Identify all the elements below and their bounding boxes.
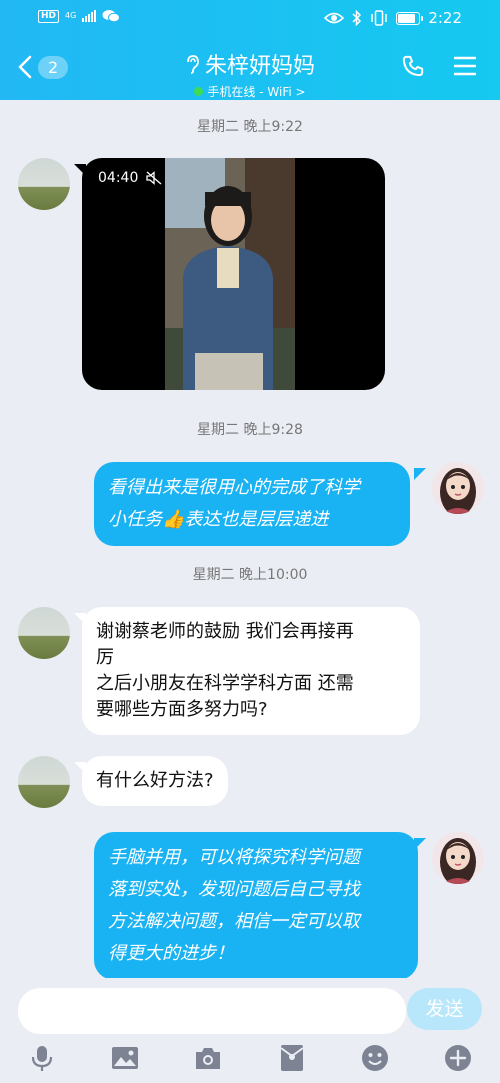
send-button[interactable]: 发送: [407, 988, 482, 1030]
outgoing-message[interactable]: 手脑并用，可以将探究科学问题 落到实处，发现问题后自己寻找 方法解决问题，相信一…: [94, 832, 418, 980]
contact-avatar[interactable]: [18, 158, 70, 210]
message-line: 小任务👍表达也是层层递进: [108, 509, 329, 530]
online-status-text: 手机在线 - WiFi >: [207, 85, 306, 99]
image-icon[interactable]: [111, 1044, 139, 1072]
incoming-message[interactable]: 有什么好方法?: [82, 756, 228, 806]
timestamp: 星期二 晚上10:00: [192, 567, 308, 583]
battery-icon: [396, 11, 424, 25]
message-line: 要哪些方面多努力吗?: [96, 699, 268, 720]
message-line: 厉: [96, 647, 114, 668]
muted-icon[interactable]: [146, 171, 162, 185]
microphone-icon[interactable]: [28, 1044, 56, 1072]
ear-icon: [187, 55, 199, 74]
message-list[interactable]: 星期二 晚上9:22 04:40 星期二 晚上9:28 看得出来是很用心的完成了…: [0, 100, 500, 980]
contact-avatar[interactable]: [18, 607, 70, 659]
video-thumbnail: [165, 158, 295, 390]
status-bar: HD 4G 2:22: [0, 0, 500, 36]
timestamp: 星期二 晚上9:22: [197, 119, 303, 135]
message-line: 之后小朋友在科学学科方面 还需: [96, 673, 354, 694]
message-line: 有什么好方法?: [96, 770, 214, 791]
bubble-tail: [74, 762, 86, 774]
video-message[interactable]: 04:40: [82, 158, 385, 390]
plus-icon[interactable]: [444, 1044, 472, 1072]
message-line: 得更大的进步！: [108, 943, 234, 964]
vibrate-icon: [371, 10, 388, 26]
phone-icon[interactable]: [402, 55, 424, 77]
camera-icon[interactable]: [194, 1044, 222, 1072]
my-avatar[interactable]: [432, 832, 484, 884]
contact-avatar[interactable]: [18, 756, 70, 808]
bubble-tail: [74, 613, 86, 625]
outgoing-message[interactable]: 看得出来是很用心的完成了科学 小任务👍表达也是层层递进: [94, 462, 410, 546]
message-input[interactable]: [18, 988, 406, 1034]
menu-icon[interactable]: [454, 55, 476, 77]
network-type: 4G: [65, 11, 77, 20]
message-line: 手脑并用，可以将探究科学问题: [108, 847, 360, 868]
bubble-tail: [414, 468, 426, 480]
message-line: 方法解决问题，相信一定可以取: [108, 911, 360, 932]
incoming-message[interactable]: 谢谢蔡老师的鼓励 我们会再接再 厉 之后小朋友在科学学科方面 还需 要哪些方面多…: [82, 607, 420, 735]
bubble-tail: [74, 164, 86, 176]
red-packet-icon[interactable]: [278, 1044, 306, 1072]
video-duration: 04:40: [98, 170, 139, 186]
eye-icon: [324, 12, 345, 24]
timestamp: 星期二 晚上9:28: [197, 422, 303, 438]
message-line: 看得出来是很用心的完成了科学: [108, 477, 360, 498]
wechat-icon: [102, 10, 121, 23]
message-line: 落到实处，发现问题后自己寻找: [108, 879, 360, 900]
message-line: 谢谢蔡老师的鼓励 我们会再接再: [96, 621, 354, 642]
bluetooth-icon: [352, 10, 362, 26]
my-avatar[interactable]: [432, 462, 484, 514]
bubble-tail: [414, 838, 426, 850]
online-status-dot: [194, 87, 204, 96]
clock: 2:22: [428, 9, 462, 27]
input-bar: 发送: [0, 978, 500, 1083]
chat-header: HD 4G 2:22 2 朱梓妍妈妈 手机在线 - WiFi >: [0, 0, 500, 100]
hd-badge: HD: [38, 9, 60, 23]
emoji-icon[interactable]: [361, 1044, 389, 1072]
contact-name: 朱梓妍妈妈: [204, 54, 315, 79]
signal-icon: [82, 10, 97, 22]
